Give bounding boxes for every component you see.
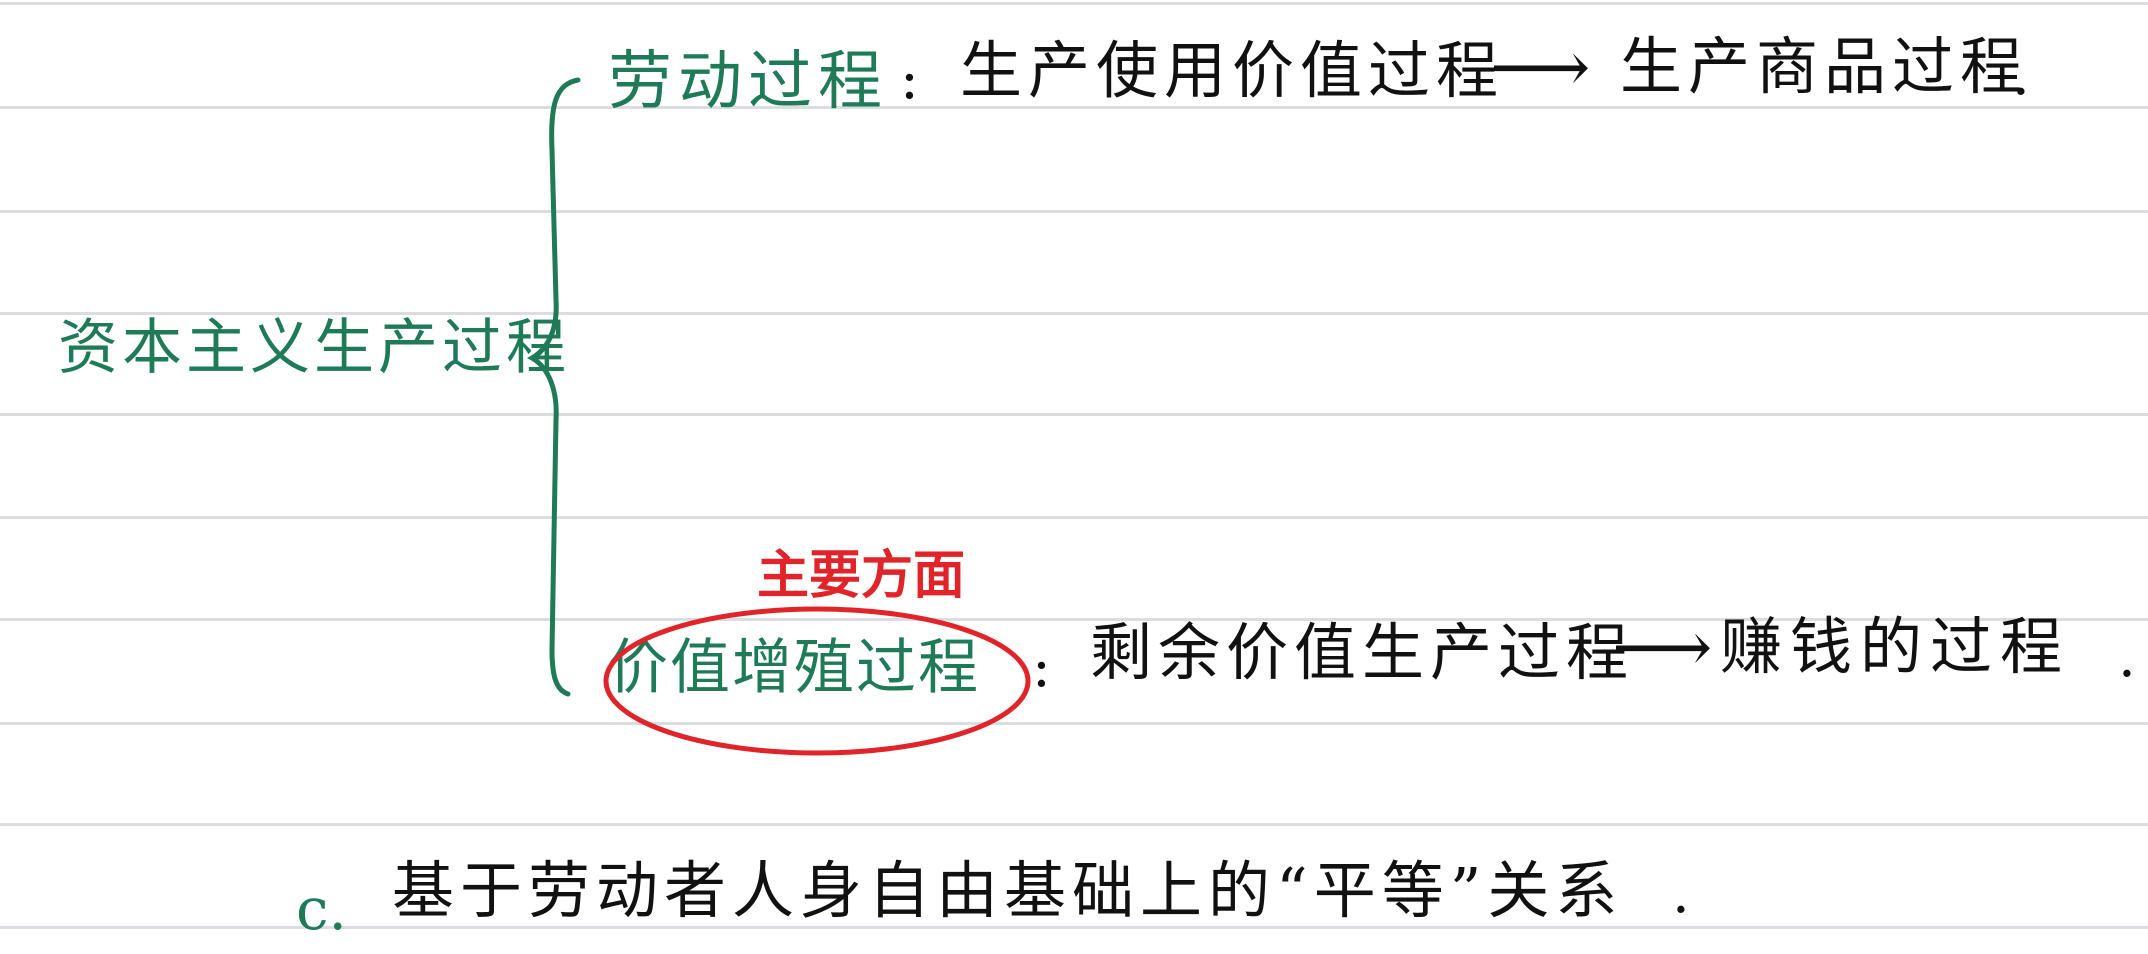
highlight-ellipse — [603, 606, 1031, 756]
drawing-overlay — [526, 77, 1031, 756]
curly-brace — [526, 77, 581, 697]
handwritten-note-page: 资本主义生产过程 劳动过程 : 生产使用价值过程 ⟶ 生产商品过程 . 主要方面… — [0, 0, 2148, 954]
